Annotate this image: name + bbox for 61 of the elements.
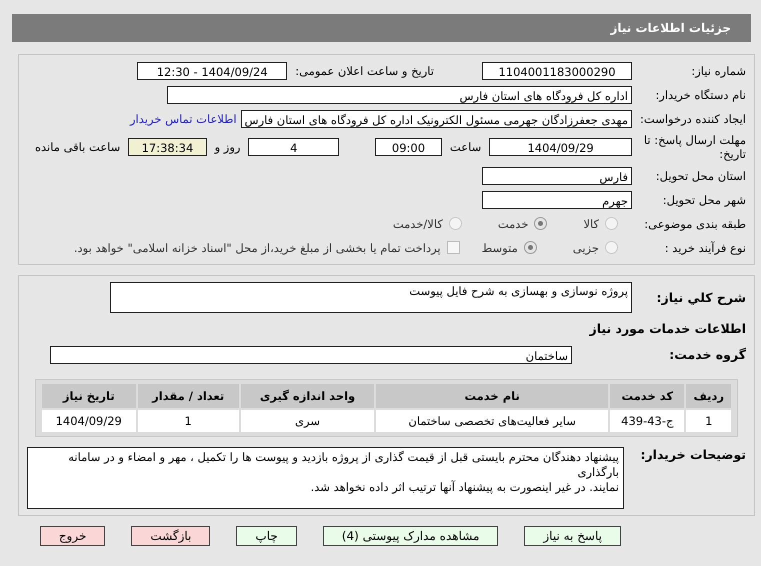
deadline-date-field: 1404/09/29 xyxy=(489,138,632,156)
buyer-org-field: اداره کل فرودگاه های استان فارس xyxy=(167,86,632,104)
radio-label: متوسط xyxy=(482,240,518,255)
page-title: جزئیات اطلاعات نیاز xyxy=(610,21,731,35)
checkbox[interactable] xyxy=(446,241,460,254)
radio-button[interactable] xyxy=(534,217,548,230)
table-cell: 1 xyxy=(138,410,239,432)
field-label: نام دستگاه خریدار: xyxy=(654,88,747,102)
action-button[interactable]: بازگشت xyxy=(131,526,210,546)
checkbox-label: پرداخت تمام یا بخشی از مبلغ خرید،از محل "اسناد خزانه اسلامی" خواهد بود. xyxy=(74,240,441,255)
action-button[interactable]: مشاهده مدارک پیوستی (4) xyxy=(322,526,498,546)
note-line: پیشنهاد دهندگان محترم بایستی قبل از قیمت گذاری از پروژه بازدید و پیوست ها را تکمیل ، مهر و امضاء و در سامانه بارگذاری xyxy=(67,450,619,480)
field-label: استان محل تحویل: xyxy=(654,168,747,183)
requester-field: مهدی جعفرزادگان جهرمی مسئول الکترونیک اداره کل فرودگاه های استان فارس xyxy=(240,110,632,128)
field-label: گروه خدمت: xyxy=(668,347,747,362)
remaining-time-field: 17:38:34 xyxy=(128,138,207,156)
days-label: روز و xyxy=(214,140,240,154)
column-header: کد خدمت xyxy=(610,384,684,408)
radio-button[interactable] xyxy=(524,241,537,254)
radio-label: کالا xyxy=(583,216,599,231)
column-header: نام خدمت xyxy=(376,384,608,408)
note-line: نمایند. در غیر اینصورت به پیشنهاد آنها ترتیب اثر داده نخواهد شد. xyxy=(310,480,619,495)
field-label: شرح کلي نياز: xyxy=(656,290,747,305)
field-label: طبقه بندی موضوعی: xyxy=(643,216,747,231)
column-header: تعداد / مقدار xyxy=(138,384,239,408)
service-group-field: ساختمان xyxy=(50,346,572,364)
radio-label: خدمت xyxy=(498,216,528,231)
radio-label: جزیی xyxy=(572,240,599,255)
description-box: پروژه نوسازی و بهسازی به شرح فایل پیوست xyxy=(110,282,632,313)
table-cell: سایر فعالیت‌های تخصصی ساختمان xyxy=(376,410,608,432)
table-cell: 1404/09/29 xyxy=(42,410,136,432)
contact-link[interactable]: اطلاعات تماس خریدار xyxy=(130,112,237,126)
field-label: توضیحات خریدار: xyxy=(639,446,747,462)
need-number-field: 1104001183000290 xyxy=(482,62,632,80)
radio-button[interactable] xyxy=(605,241,618,254)
field-label: شماره نیاز: xyxy=(690,64,747,78)
province-field: فارس xyxy=(482,166,632,185)
field-label: مهلت ارسال پاسخ: تا تاریخ: xyxy=(642,133,747,162)
radio-label: کالا/خدمت xyxy=(392,216,443,231)
city-field: جهرم xyxy=(482,190,632,209)
table-cell: ج-43-439 xyxy=(610,410,684,432)
announce-date-field: 1404/09/24 - 12:30 xyxy=(137,62,288,80)
field-label: تاریخ و ساعت اعلان عمومی: xyxy=(295,64,434,78)
action-button[interactable]: خروج xyxy=(40,526,106,546)
column-header: ردیف xyxy=(686,384,731,408)
table-cell: 1 xyxy=(686,410,731,432)
field-label: شهر محل تحویل: xyxy=(662,192,747,207)
section-heading: اطلاعات خدمات مورد نیاز xyxy=(590,321,747,336)
radio-button[interactable] xyxy=(605,217,618,230)
radio-button[interactable] xyxy=(448,217,462,230)
table-cell: سری xyxy=(240,410,374,432)
action-button[interactable]: پاسخ به نیاز xyxy=(524,526,621,546)
action-button[interactable]: چاپ xyxy=(236,526,297,546)
deadline-time-field: 09:00 xyxy=(375,138,442,156)
field-label: ایجاد کننده درخواست: xyxy=(639,112,747,126)
days-field: 4 xyxy=(248,138,340,156)
column-header: واحد اندازه گیری xyxy=(240,384,374,408)
field-label: نوع فرآیند خرید : xyxy=(664,240,747,255)
remaining-label: ساعت باقی مانده xyxy=(35,140,120,154)
column-header: تاریخ نیاز xyxy=(42,384,136,408)
time-label: ساعت xyxy=(450,140,482,154)
